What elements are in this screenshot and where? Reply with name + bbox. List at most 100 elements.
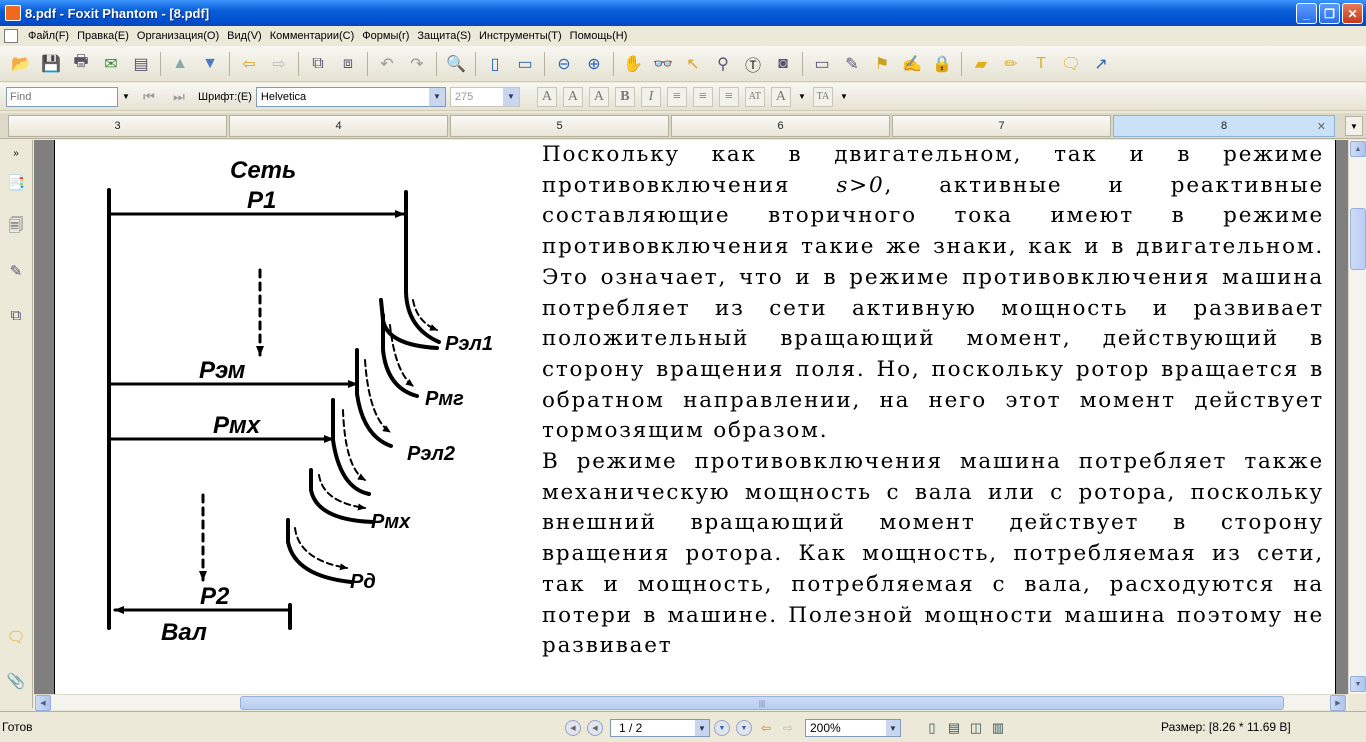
email-icon[interactable]: ✉ — [99, 52, 123, 76]
font-name-select[interactable]: Helvetica ▼ — [255, 86, 446, 107]
snapshot-icon[interactable]: ◙ — [771, 52, 795, 76]
font-grow-icon[interactable]: A — [536, 86, 557, 107]
back-icon[interactable]: ⇦ — [237, 52, 261, 76]
scan-icon[interactable]: ▤ — [129, 52, 153, 76]
menu-edit[interactable]: Правка(E) — [73, 30, 133, 42]
font-shrink-icon[interactable]: A — [562, 86, 583, 107]
pen-tool-icon[interactable]: ✎ — [840, 52, 864, 76]
redo-icon[interactable]: ↷ — [405, 52, 429, 76]
tab-page-3[interactable]: 3 — [8, 115, 227, 137]
scroll-right-icon[interactable]: ▶ — [1330, 695, 1346, 711]
first-page-icon[interactable]: ◀ — [565, 720, 581, 736]
tabs-menu-button[interactable]: ▼ — [1345, 116, 1363, 136]
menu-view[interactable]: Вид(V) — [223, 30, 266, 42]
zoom-out-icon[interactable]: ⊖ — [552, 52, 576, 76]
char-spacing-icon[interactable]: AT — [744, 86, 765, 107]
previous-page-icon[interactable]: ◀ — [587, 720, 603, 736]
hand-tool-icon[interactable]: ✋ — [621, 52, 645, 76]
text-scale-icon[interactable]: TA — [812, 86, 833, 107]
menu-help[interactable]: Помощь(H) — [566, 30, 632, 42]
open-icon[interactable]: 📂 — [9, 52, 33, 76]
menu-file[interactable]: Файл(F) — [24, 30, 73, 42]
save-icon[interactable]: 💾 — [39, 52, 63, 76]
history-forward-icon[interactable]: ⇨ — [780, 720, 796, 736]
document-viewport[interactable]: Сеть P1 Pэл1 Pэм Pмг Pмх Pэл2 Pмх Pд P2 … — [34, 140, 1348, 694]
find-input[interactable] — [6, 86, 118, 107]
next-page-button-icon[interactable]: ▼ — [714, 720, 730, 736]
minimize-button[interactable]: _ — [1296, 3, 1317, 24]
extract-pages-icon[interactable]: ⧉ — [306, 52, 330, 76]
scroll-left-icon[interactable]: ◀ — [35, 695, 51, 711]
zoom-level-select[interactable]: 200% ▼ — [805, 719, 901, 737]
expand-panel-icon[interactable]: » — [6, 142, 26, 164]
reading-glasses-icon[interactable]: 👓 — [651, 52, 675, 76]
select-tool-icon[interactable]: ↖ — [681, 52, 705, 76]
vertical-scroll-thumb[interactable] — [1350, 208, 1366, 270]
menu-tools[interactable]: Инструменты(T) — [475, 30, 566, 42]
font-size-select[interactable]: 275 ▼ — [449, 86, 520, 107]
menu-forms[interactable]: Формы(r) — [358, 30, 413, 42]
facing-pages-icon[interactable]: ◫ — [967, 718, 985, 738]
zoom-tool-icon[interactable]: 🔍 — [444, 52, 468, 76]
lock-icon[interactable]: 🔒 — [930, 52, 954, 76]
note-icon[interactable]: 🗨 — [1059, 52, 1083, 76]
insert-pages-icon[interactable]: ⧈ — [336, 52, 360, 76]
zoom-in-icon[interactable]: ⊕ — [582, 52, 606, 76]
menu-protect[interactable]: Защита(S) — [413, 30, 475, 42]
sign-icon[interactable]: ✍ — [900, 52, 924, 76]
undo-icon[interactable]: ↶ — [375, 52, 399, 76]
font-color-icon[interactable]: A — [588, 86, 609, 107]
textbox-icon[interactable]: T — [1029, 52, 1053, 76]
text-scale-dropdown-icon[interactable]: ▼ — [839, 85, 849, 109]
continuous-page-icon[interactable]: ▤ — [945, 718, 963, 738]
prev-page-icon[interactable]: ▲ — [168, 52, 192, 76]
next-page-icon[interactable]: ▼ — [198, 52, 222, 76]
forward-icon[interactable]: ⇨ — [267, 52, 291, 76]
binoculars-icon[interactable]: ⚲ — [711, 52, 735, 76]
highlight-icon[interactable]: ▰ — [969, 52, 993, 76]
horizontal-scrollbar[interactable]: ◀ ||| ▶ — [34, 694, 1348, 711]
align-right-icon[interactable]: ≡ — [718, 86, 739, 107]
vertical-scrollbar[interactable]: ▲ ▼ — [1348, 140, 1366, 694]
tab-page-8[interactable]: 8 ✕ — [1113, 115, 1335, 137]
find-prev-icon[interactable]: ⏮ — [137, 85, 161, 109]
tab-page-5[interactable]: 5 — [450, 115, 669, 137]
continuous-facing-icon[interactable]: ▥ — [989, 718, 1007, 738]
single-page-icon[interactable]: ▯ — [923, 718, 941, 738]
pages-icon[interactable]: 🗐 — [6, 216, 26, 238]
horizontal-scroll-thumb[interactable]: ||| — [240, 696, 1284, 710]
italic-icon[interactable]: I — [640, 86, 661, 107]
bookmarks-icon[interactable]: 📑 — [6, 172, 26, 194]
text-select-icon[interactable]: Ⓣ — [741, 52, 765, 76]
edit-text-icon[interactable]: ✏ — [999, 52, 1023, 76]
maximize-button[interactable]: ❐ — [1319, 3, 1340, 24]
page-number-field[interactable]: 1 / 2 ▼ — [610, 719, 710, 737]
tab-page-7[interactable]: 7 — [892, 115, 1111, 137]
paperclip-icon[interactable]: 📎 — [6, 670, 26, 692]
menu-organize[interactable]: Организация(O) — [133, 30, 223, 42]
text-effect-icon[interactable]: A — [770, 86, 791, 107]
align-center-icon[interactable]: ≡ — [692, 86, 713, 107]
fit-page-icon[interactable]: ▯ — [483, 52, 507, 76]
rectangle-tool-icon[interactable]: ▭ — [810, 52, 834, 76]
scroll-up-icon[interactable]: ▲ — [1350, 141, 1366, 157]
last-page-icon[interactable]: ▼ — [736, 720, 752, 736]
align-left-icon[interactable]: ≡ — [666, 86, 687, 107]
document-icon[interactable] — [4, 28, 18, 43]
close-tab-icon[interactable]: ✕ — [1317, 120, 1326, 133]
find-dropdown-icon[interactable]: ▼ — [121, 85, 131, 109]
tab-page-4[interactable]: 4 — [229, 115, 448, 137]
fit-width-icon[interactable]: ▭ — [513, 52, 537, 76]
bold-icon[interactable]: B — [614, 86, 635, 107]
stamp-icon[interactable]: ⚑ — [870, 52, 894, 76]
layers-icon[interactable]: ✎ — [6, 260, 26, 282]
arrow-tool-icon[interactable]: ↗ — [1089, 52, 1113, 76]
tab-page-6[interactable]: 6 — [671, 115, 890, 137]
menu-comments[interactable]: Комментарии(C) — [266, 30, 359, 42]
history-back-icon[interactable]: ⇦ — [758, 720, 774, 736]
text-effect-dropdown-icon[interactable]: ▼ — [797, 85, 807, 109]
close-button[interactable]: ✕ — [1342, 3, 1363, 24]
attachments-panel-icon[interactable]: ⧉ — [6, 304, 26, 326]
print-icon[interactable]: 🖶 — [69, 52, 93, 76]
scroll-down-icon[interactable]: ▼ — [1350, 676, 1366, 692]
